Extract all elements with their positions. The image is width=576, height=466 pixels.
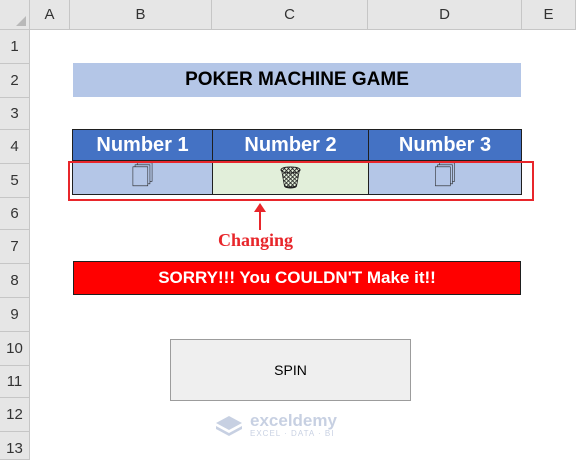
- spin-button[interactable]: SPIN: [170, 339, 411, 401]
- changing-label: Changing: [218, 230, 294, 250]
- spreadsheet: A B C D E 1 2 3 4 5 6 7 8 9 10 11 12 13 …: [0, 0, 576, 460]
- result-banner: SORRY!!! You COULDN'T Make it!!: [73, 261, 521, 295]
- logo-mark-icon: [216, 415, 242, 436]
- logo-name: exceldemy: [250, 411, 337, 430]
- logo-tagline: EXCEL · DATA · BI: [250, 429, 335, 438]
- exceldemy-logo: exceldemy EXCEL · DATA · BI: [214, 411, 337, 438]
